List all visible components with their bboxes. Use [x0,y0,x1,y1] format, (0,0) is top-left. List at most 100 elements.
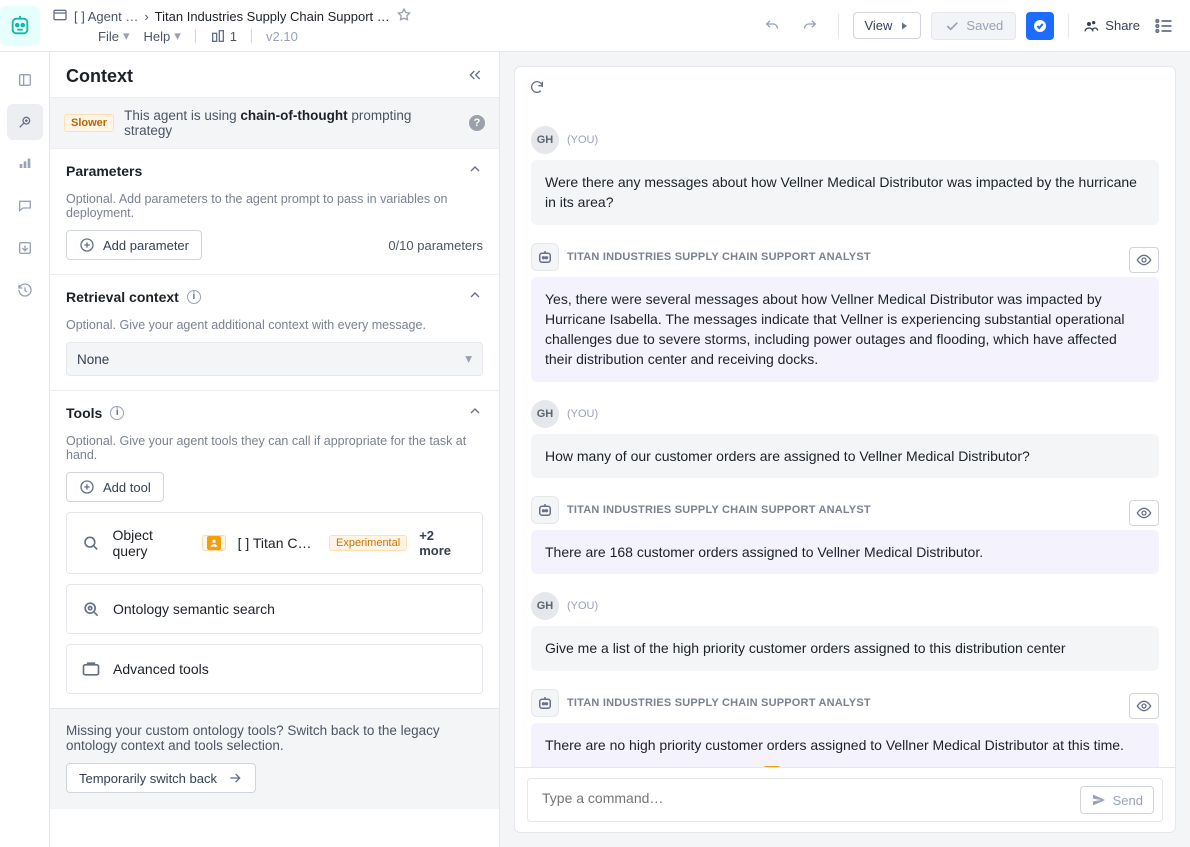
menu-separator [251,29,252,43]
tool-ontology-search[interactable]: Ontology semantic search [66,584,483,634]
chat-panel: GH (YOU) Were there any messages about h… [500,52,1190,847]
retrieval-helper: Optional. Give your agent additional con… [66,318,483,332]
agent-avatar [531,496,559,524]
legacy-ontology-notice: Missing your custom ontology tools? Swit… [50,708,499,809]
rail-history-icon[interactable] [7,272,43,308]
notice-text-pre: This agent is using [124,108,240,123]
rail-chat-icon[interactable] [7,188,43,224]
switch-back-button[interactable]: Temporarily switch back [66,763,256,793]
chevron-down-icon: ▾ [174,28,181,44]
chevron-up-icon [467,287,483,306]
rail-panel-icon[interactable] [7,62,43,98]
message-text: Yes, there were several messages about h… [531,277,1159,382]
parameters-section-header[interactable]: Parameters [50,149,499,192]
add-tool-button[interactable]: Add tool [66,472,164,502]
retrieval-section-header[interactable]: Retrieval context i [50,275,499,318]
toolbar-divider [1068,14,1069,38]
chat-message-user: GH (YOU) Were there any messages about h… [531,126,1159,225]
publish-button[interactable] [1026,12,1054,40]
add-parameter-button[interactable]: Add parameter [66,230,202,260]
left-rail [0,52,50,847]
help-menu-label: Help [143,29,170,44]
you-label: (YOU) [567,134,598,146]
user-avatar: GH [531,126,559,154]
you-label: (YOU) [567,600,598,612]
version-label: v2.10 [266,29,298,44]
redo-button[interactable] [796,12,824,40]
view-reasoning-button[interactable] [1129,247,1159,273]
message-text: There are 168 customer orders assigned t… [531,530,1159,574]
toolbar-divider [838,14,839,38]
tools-title: Tools [66,405,102,421]
view-reasoning-button[interactable] [1129,693,1159,719]
help-menu[interactable]: Help ▾ [143,28,180,44]
brand-icon [0,6,40,46]
parameters-count: 0/10 parameters [388,238,483,253]
legacy-text: Missing your custom ontology tools? Swit… [66,723,483,753]
collapse-sidebar-icon[interactable] [467,67,483,86]
switch-back-label: Temporarily switch back [79,771,217,786]
view-button[interactable]: View [853,12,921,39]
experimental-tag: Experimental [329,535,407,551]
chat-message-user: GH (YOU) Give me a list of the high prio… [531,592,1159,670]
chat-input-container: Send [527,778,1163,822]
send-button[interactable]: Send [1080,786,1154,814]
tools-section-header[interactable]: Tools i [50,391,499,434]
top-bar: [ ] Agent … › Titan Industries Supply Ch… [0,0,1190,52]
info-icon[interactable]: i [187,290,201,304]
tool-label: Object query [112,527,189,559]
chat-message-agent: TITAN INDUSTRIES SUPPLY CHAIN SUPPORT AN… [531,689,1159,767]
task-list-icon[interactable] [1150,12,1178,40]
chat-input[interactable] [540,789,967,807]
saved-button: Saved [931,12,1016,40]
message-text: There are no high priority customer orde… [545,735,1145,755]
add-tool-label: Add tool [103,480,151,495]
share-button[interactable]: Share [1083,18,1140,34]
message-body: There are no high priority customer orde… [531,723,1159,767]
agent-avatar [531,243,559,271]
send-label: Send [1113,793,1143,808]
user-avatar: GH [531,592,559,620]
object-type-chip[interactable] [202,535,226,551]
breadcrumb-title[interactable]: Titan Industries Supply Chain Support … [155,9,390,24]
menu-separator [195,29,196,43]
tool-object-query[interactable]: Object query [ ] Titan Cu… Experimental … [66,512,483,574]
chat-transcript: GH (YOU) Were there any messages about h… [515,108,1175,767]
info-icon[interactable]: i [110,406,124,420]
chat-message-agent: TITAN INDUSTRIES SUPPLY CHAIN SUPPORT AN… [531,243,1159,382]
file-menu-label: File [98,29,119,44]
add-parameter-label: Add parameter [103,238,189,253]
rail-analytics-icon[interactable] [7,146,43,182]
file-menu[interactable]: File ▾ [98,28,129,44]
message-text: Give me a list of the high priority cust… [531,626,1159,670]
favorite-star-icon[interactable] [396,7,412,26]
tool-label: Advanced tools [113,661,209,677]
context-sidebar: Context Slower This agent is using chain… [50,52,500,847]
tool-label: Ontology semantic search [113,601,275,617]
members-count: 1 [230,29,237,44]
agent-name: TITAN INDUSTRIES SUPPLY CHAIN SUPPORT AN… [567,251,871,263]
refresh-button[interactable] [525,75,549,99]
agent-avatar [531,689,559,717]
parameters-title: Parameters [66,163,142,179]
chat-message-agent: TITAN INDUSTRIES SUPPLY CHAIN SUPPORT AN… [531,496,1159,574]
you-label: (YOU) [567,408,598,420]
rail-context-icon[interactable] [7,104,43,140]
notice-text-strong: chain-of-thought [240,108,347,123]
breadcrumb-parent[interactable]: [ ] Agent … [74,9,138,24]
help-icon[interactable]: ? [469,115,485,131]
tool-advanced[interactable]: Advanced tools [66,644,483,694]
rail-export-icon[interactable] [7,230,43,266]
undo-button[interactable] [758,12,786,40]
retrieval-title: Retrieval context [66,289,179,305]
view-reasoning-button[interactable] [1129,500,1159,526]
chevron-down-icon: ▾ [123,28,130,44]
members-indicator[interactable]: 1 [210,28,237,44]
breadcrumb: [ ] Agent … › Titan Industries Supply Ch… [52,3,758,26]
agent-name: TITAN INDUSTRIES SUPPLY CHAIN SUPPORT AN… [567,697,871,709]
view-button-label: View [864,18,892,33]
more-objects-count: +2 more [419,528,468,558]
slower-badge: Slower [64,114,114,132]
breadcrumb-separator: › [144,9,148,24]
retrieval-context-select[interactable]: None ▾ [66,342,483,376]
